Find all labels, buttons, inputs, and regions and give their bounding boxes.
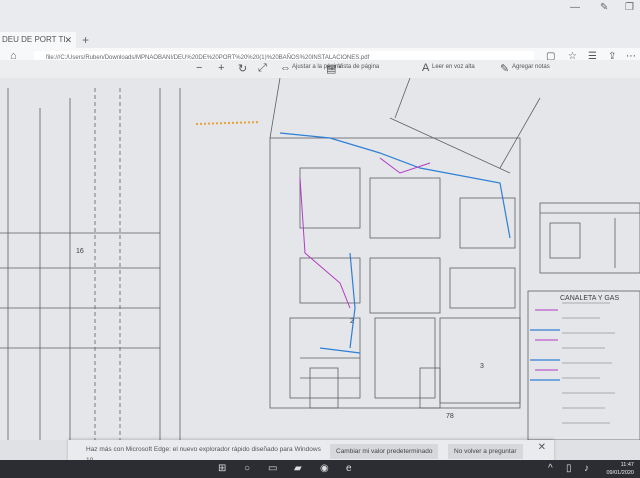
read-aloud-button[interactable]: Leer en voz alta [432, 64, 475, 70]
volume-icon[interactable]: ♪ [584, 463, 589, 474]
add-notes-icon[interactable]: ✎ [500, 62, 509, 75]
taskbar: ⊞ ○ ▭ ▰ ◉ e ^ ▯ ♪ 11:47 09/01/2020 [0, 460, 640, 478]
zoom-out-button[interactable]: − [196, 62, 202, 74]
zoom-in-button[interactable]: + [218, 62, 224, 74]
edge-icon[interactable]: e [346, 463, 352, 474]
set-default-button[interactable]: Cambiar mi valor predeterminado [330, 444, 439, 459]
search-icon[interactable]: ○ [244, 463, 250, 474]
page-view-button[interactable]: Vista de página [338, 64, 379, 70]
network-icon[interactable]: ▯ [566, 463, 572, 474]
clock-time: 11:47 [620, 462, 634, 468]
floor-plan-drawing: CANALETA Y GAS 16 2 3 78 [0, 78, 640, 440]
tab-bar: DEU DE PORT TI ✕ + — ✎ ❐ [0, 0, 640, 48]
banner-close-icon[interactable]: ✕ [538, 442, 546, 453]
plan-label: 78 [446, 413, 454, 420]
minimize-icon[interactable]: — [570, 2, 580, 13]
rotate-icon[interactable]: ↻ [238, 62, 247, 75]
plan-label: 16 [76, 248, 84, 255]
clock-date: 09/01/2020 [606, 470, 634, 476]
read-aloud-icon[interactable]: A [422, 62, 429, 74]
fit-page-icon[interactable]: ⇔ [280, 62, 291, 74]
tab-title: DEU DE PORT TI [2, 35, 66, 44]
add-notes-button[interactable]: Agregar notas [512, 64, 550, 70]
chrome-icon[interactable]: ◉ [320, 463, 329, 474]
legend-title: CANALETA Y GAS [560, 295, 619, 302]
plan-label: 2 [350, 318, 354, 325]
plan-label: 3 [480, 363, 484, 370]
edit-icon[interactable]: ✎ [600, 2, 608, 13]
pdf-document-view[interactable]: CANALETA Y GAS 16 2 3 78 [0, 78, 640, 440]
pdf-toolbar: − + ↻ ⤢ ⇔ Ajustar a la página ▤ Vista de… [0, 60, 640, 78]
taskbar-clock[interactable]: 11:47 09/01/2020 [606, 461, 634, 477]
page-view-icon[interactable]: ▤ [326, 62, 336, 75]
file-explorer-icon[interactable]: ▰ [294, 463, 302, 474]
expand-icon[interactable]: ⤢ [258, 62, 267, 75]
new-tab-button[interactable]: + [82, 33, 89, 47]
windows-start-icon[interactable]: ⊞ [218, 463, 226, 474]
restore-icon[interactable]: ❐ [625, 2, 634, 13]
tab-close-icon[interactable]: ✕ [64, 32, 72, 48]
dont-ask-button[interactable]: No volver a preguntar [448, 444, 523, 459]
browser-tab[interactable]: DEU DE PORT TI ✕ [0, 32, 76, 48]
tray-chevron-icon[interactable]: ^ [548, 463, 553, 474]
task-view-icon[interactable]: ▭ [268, 463, 277, 474]
